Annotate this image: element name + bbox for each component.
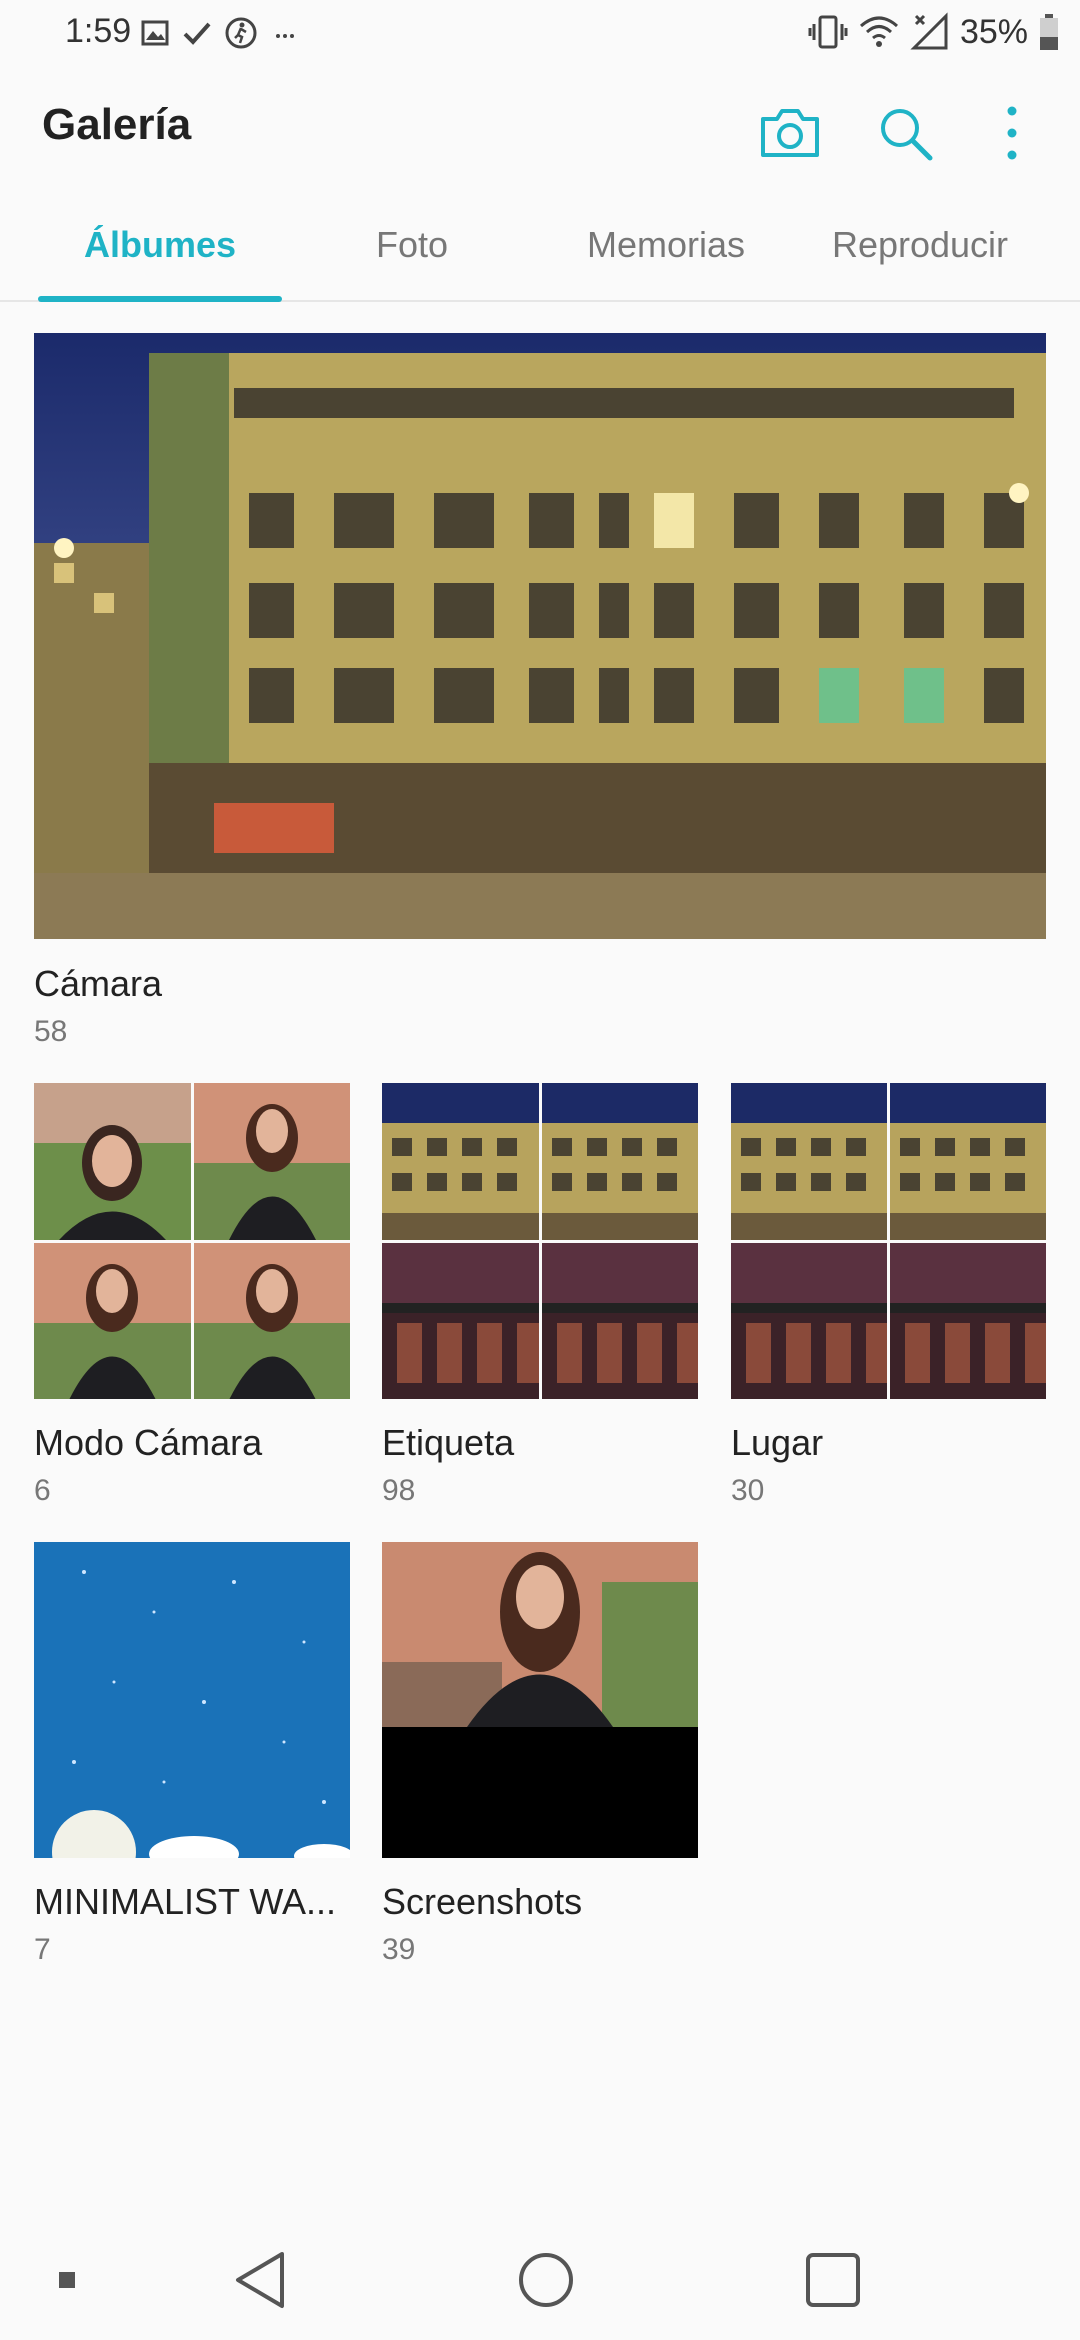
thumb-photo — [890, 1083, 1046, 1240]
album-title: Cámara — [34, 963, 163, 1004]
image-icon — [141, 20, 169, 46]
tab-albumes[interactable]: Álbumes — [38, 190, 282, 300]
thumb-photo — [731, 1083, 887, 1240]
page-title: Galería — [42, 100, 192, 149]
thumb-photo — [890, 1242, 1046, 1399]
navigation-bar — [0, 2220, 1080, 2340]
recents-button[interactable] — [793, 2240, 873, 2320]
system-icons: 35% — [808, 12, 1060, 52]
more-vert-icon — [1007, 106, 1017, 160]
album-count: 6 — [34, 1474, 51, 1507]
tab-bar: Álbumes Foto Memorias Reproducir — [0, 190, 1080, 302]
status-time: 1:59 — [65, 12, 132, 50]
notification-icons — [140, 16, 300, 50]
album-thumb-camara[interactable] — [34, 333, 1046, 939]
tab-memorias[interactable]: Memorias — [555, 190, 777, 300]
home-icon — [519, 2253, 573, 2307]
app-bar: Galería — [0, 70, 1080, 185]
album-count: 30 — [731, 1474, 765, 1507]
album-count: 39 — [382, 1933, 416, 1966]
back-icon — [236, 2252, 284, 2308]
signal-icon — [910, 12, 948, 50]
thumb-photo — [541, 1242, 698, 1399]
thumb-photo — [34, 1083, 191, 1240]
wifi-icon — [859, 16, 898, 47]
thumb-photo — [193, 1242, 350, 1399]
tab-reproducir[interactable]: Reproducir — [800, 190, 1040, 300]
album-count: 98 — [382, 1474, 416, 1507]
album-count: 58 — [34, 1015, 68, 1048]
album-title: MINIMALIST WA... — [34, 1881, 337, 1922]
album-thumb-minimalist[interactable] — [34, 1542, 350, 1858]
album-thumb-screenshots[interactable] — [382, 1542, 698, 1858]
album-title: Lugar — [731, 1422, 824, 1463]
album-count: 7 — [34, 1933, 51, 1966]
thumb-photo — [34, 1242, 191, 1399]
camera-icon — [761, 109, 819, 157]
album-title: Etiqueta — [382, 1422, 515, 1463]
tab-foto[interactable]: Foto — [302, 190, 522, 300]
walking-icon — [225, 17, 257, 49]
more-dots-icon — [276, 34, 294, 38]
battery-icon — [1040, 14, 1058, 50]
recents-icon — [806, 2253, 860, 2307]
back-button[interactable] — [220, 2240, 300, 2320]
home-button[interactable] — [506, 2240, 586, 2320]
album-thumb-etiqueta[interactable] — [382, 1083, 698, 1399]
thumb-photo — [541, 1083, 698, 1240]
album-title: Modo Cámara — [34, 1422, 263, 1463]
small-square-icon — [59, 2272, 75, 2288]
small-square-button[interactable] — [27, 2240, 107, 2320]
album-title: Screenshots — [382, 1881, 583, 1922]
thumb-photo — [193, 1083, 350, 1240]
thumb-photo — [382, 1242, 539, 1399]
album-thumb-lugar[interactable] — [731, 1083, 1046, 1399]
camera-button[interactable] — [755, 98, 825, 168]
thumb-photo — [382, 1083, 539, 1240]
vibrate-icon — [808, 15, 848, 49]
search-button[interactable] — [870, 98, 940, 168]
check-icon — [183, 22, 211, 45]
album-thumb-modo-camara[interactable] — [34, 1083, 350, 1399]
battery-percent: 35% — [959, 12, 1028, 51]
search-icon — [881, 109, 933, 161]
thumb-photo — [731, 1242, 887, 1399]
more-options-button[interactable] — [977, 98, 1047, 168]
tab-indicator — [38, 296, 282, 302]
status-bar: 1:59 35% — [0, 0, 1080, 70]
